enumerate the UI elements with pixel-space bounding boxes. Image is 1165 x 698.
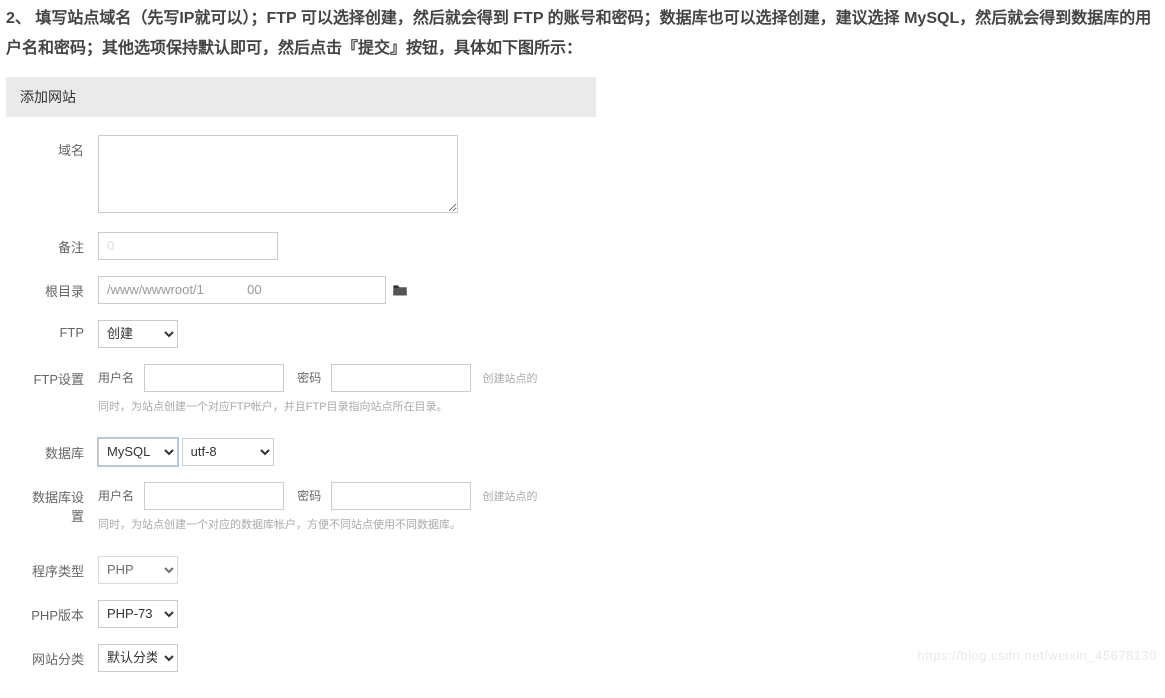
label-php-ver: PHP版本 xyxy=(26,600,98,624)
ftp-pwd-label: 密码 xyxy=(297,371,321,385)
program-select[interactable]: PHP xyxy=(98,556,178,584)
ftp-pwd-input[interactable] xyxy=(331,364,471,392)
instruction-text: 2、 填写站点域名（先写IP就可以）；FTP 可以选择创建，然后就会得到 FTP… xyxy=(0,0,1165,77)
root-path-input[interactable] xyxy=(98,276,386,304)
label-category: 网站分类 xyxy=(26,644,98,668)
remark-input[interactable] xyxy=(98,232,278,260)
ftp-user-label: 用户名 xyxy=(98,371,134,385)
folder-icon[interactable] xyxy=(392,283,408,300)
db-pwd-label: 密码 xyxy=(297,489,321,503)
add-site-panel: 添加网站 域名 备注 根目录 FTP xyxy=(6,77,596,698)
db-hint-below: 同时，为站点创建一个对应的数据库帐户，方便不同站点使用不同数据库。 xyxy=(98,516,576,532)
label-ftp-setting: FTP设置 xyxy=(26,364,98,388)
form-body: 域名 备注 根目录 FTP 创建 xyxy=(6,117,596,698)
label-ftp: FTP xyxy=(26,320,98,340)
db-user-label: 用户名 xyxy=(98,489,134,503)
label-domain: 域名 xyxy=(26,135,98,159)
ftp-hint-below: 同时，为站点创建一个对应FTP帐户，并且FTP目录指向站点所在目录。 xyxy=(98,398,576,414)
label-db-setting: 数据库设置 xyxy=(26,482,98,525)
php-version-select[interactable]: PHP-73 xyxy=(98,600,178,628)
label-root: 根目录 xyxy=(26,276,98,300)
label-program: 程序类型 xyxy=(26,556,98,580)
panel-title: 添加网站 xyxy=(6,77,596,117)
db-type-select[interactable]: MySQL xyxy=(98,438,178,466)
label-database: 数据库 xyxy=(26,438,98,462)
db-charset-select[interactable]: utf-8 xyxy=(182,438,274,466)
ftp-select[interactable]: 创建 xyxy=(98,320,178,348)
domain-input[interactable] xyxy=(98,135,458,213)
db-hint-right: 创建站点的 xyxy=(483,491,538,503)
watermark-text: https://blog.csdn.net/weixin_45678130 xyxy=(917,648,1157,663)
db-pwd-input[interactable] xyxy=(331,482,471,510)
ftp-hint-right: 创建站点的 xyxy=(483,373,538,385)
label-remark: 备注 xyxy=(26,232,98,256)
ftp-user-input[interactable] xyxy=(144,364,284,392)
db-user-input[interactable] xyxy=(144,482,284,510)
category-select[interactable]: 默认分类 xyxy=(98,644,178,672)
